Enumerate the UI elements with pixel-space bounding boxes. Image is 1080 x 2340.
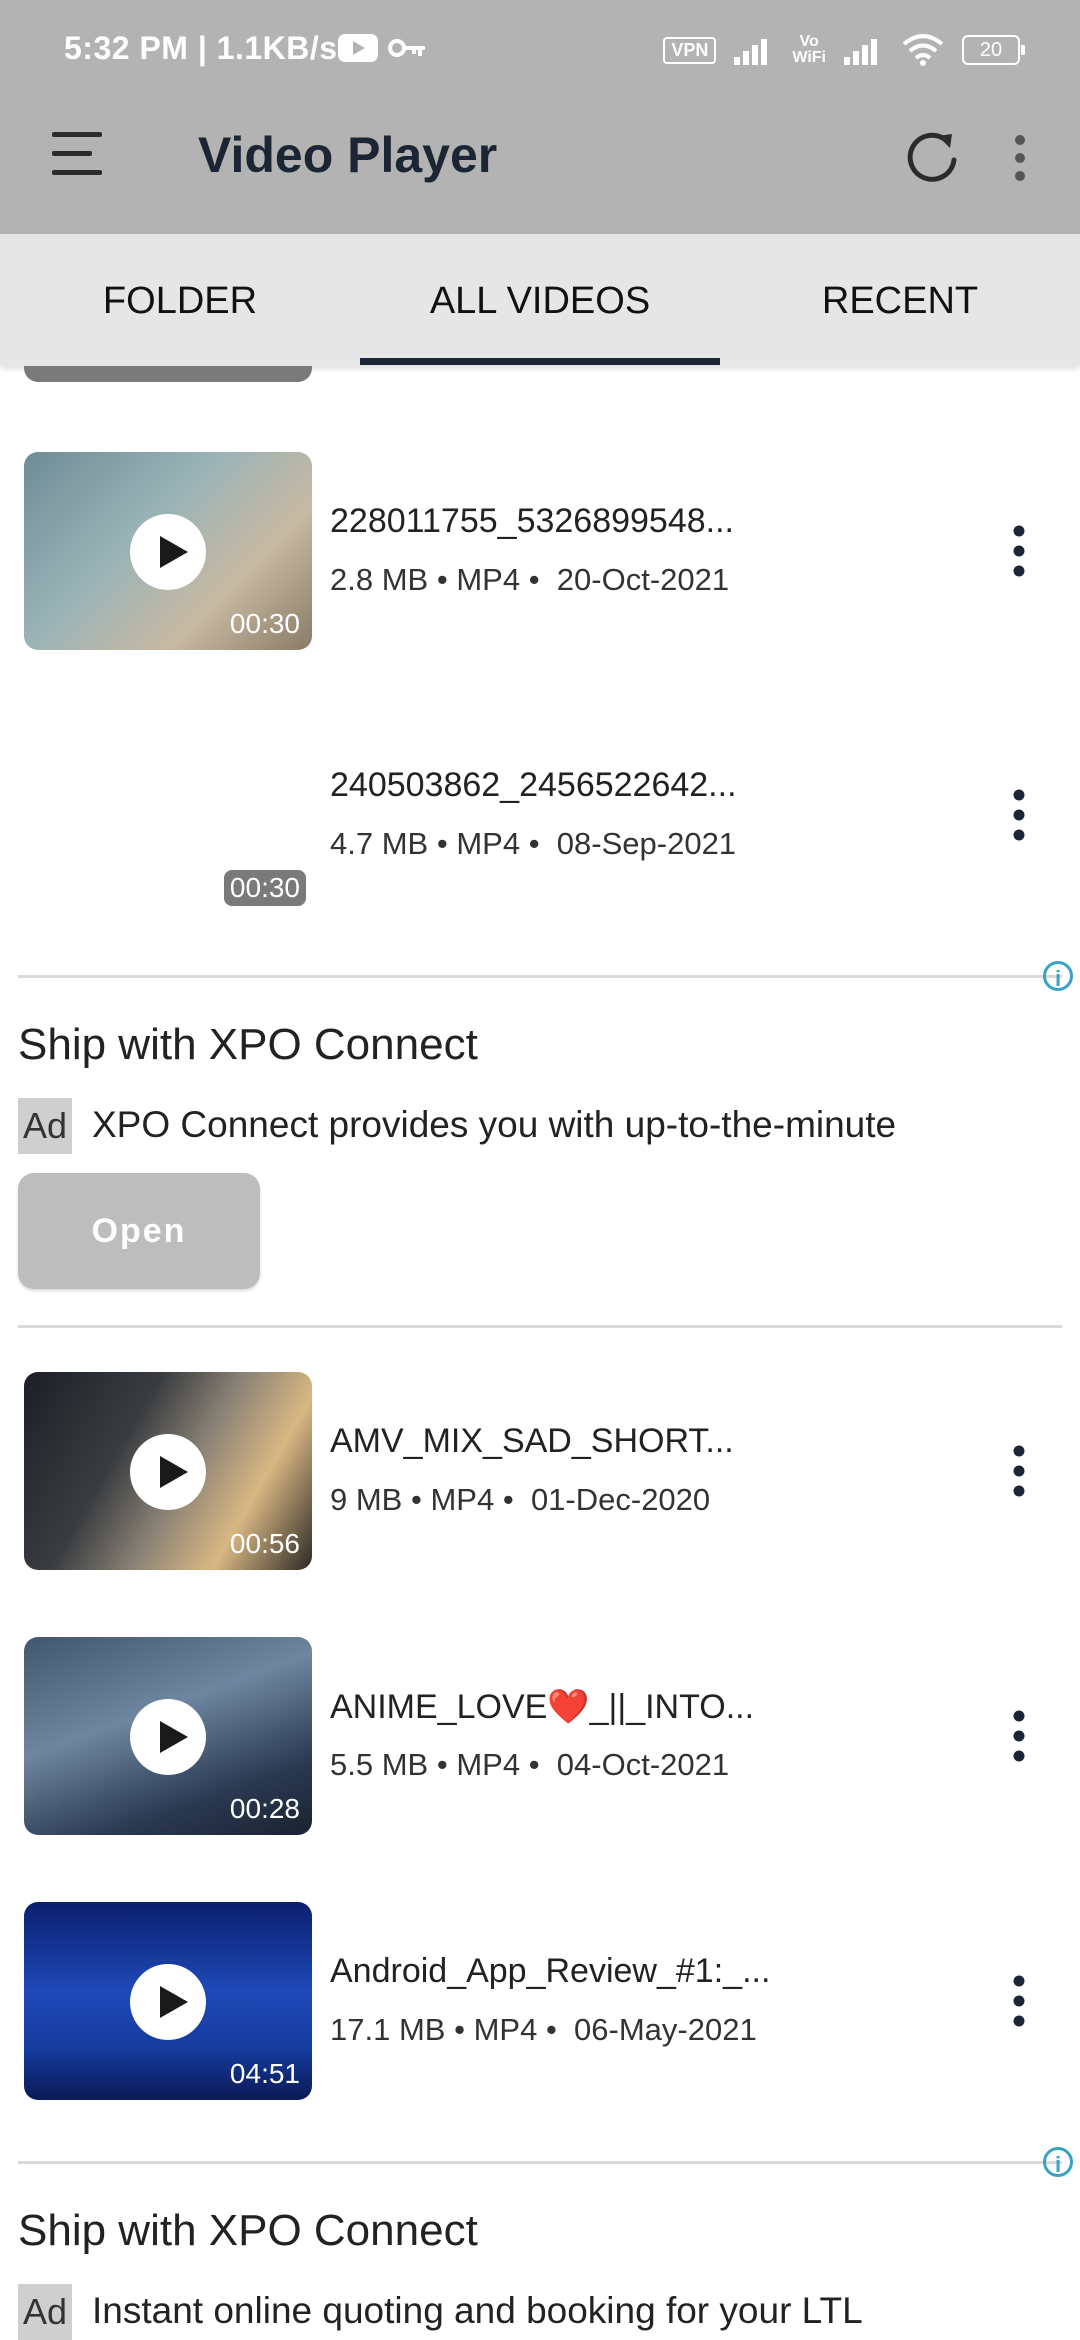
video-duration: 00:30 [229,608,300,639]
video-date: 01-Dec-2020 [530,1482,711,1517]
more-vert-icon[interactable] [1000,128,1040,188]
app-title: Video Player [198,127,498,183]
video-row[interactable]: 00:28 ANIME_LOVE❤️_||_INTO... 5.5 MB • M… [0,1637,1080,1837]
video-thumbnail-partial[interactable] [24,366,312,382]
video-meta: 9 MB • MP4 • 01-Dec-2020 [330,1482,710,1518]
video-more-icon[interactable] [1004,1444,1034,1498]
meta-dot: • [454,2012,465,2047]
video-duration: 04:51 [229,2058,300,2089]
wifi-icon [902,34,944,66]
meta-dot: • [528,1747,540,1782]
video-size: 2.8 MB [330,562,429,597]
meta-dot: • [528,826,540,861]
meta-dot: • [410,1482,422,1517]
meta-dot: • [545,2012,557,2047]
video-date: 20-Oct-2021 [556,562,730,597]
video-size: 5.5 MB [330,1747,429,1782]
ad-body[interactable]: XPO Connect provides you with up-to-the-… [92,1104,896,1146]
video-format: MP4 [456,562,521,597]
video-more-icon[interactable] [1004,1709,1034,1763]
video-row[interactable]: 00:30 228011755_5326899548... 2.8 MB • M… [0,452,1080,652]
video-format: MP4 [456,1747,521,1782]
video-meta: 17.1 MB • MP4 • 06-May-2021 [330,2012,757,2048]
video-thumbnail[interactable]: 00:30 [24,716,312,914]
signal-2-icon [844,39,877,65]
youtube-notification-icon [338,34,378,62]
video-thumbnail[interactable]: 00:30 [24,452,312,650]
tab-folder[interactable]: FOLDER [0,234,360,366]
battery-icon: 20 [962,35,1025,65]
video-meta: 5.5 MB • MP4 • 04-Oct-2021 [330,1747,729,1783]
video-more-icon[interactable] [1004,788,1034,842]
ad-body[interactable]: Instant online quoting and booking for y… [92,2290,863,2332]
divider [18,1325,1062,1328]
video-thumbnail[interactable]: 00:56 [24,1372,312,1570]
video-size: 9 MB [330,1482,403,1517]
video-row[interactable]: 04:51 Android_App_Review_#1:_... 17.1 MB… [0,1902,1080,2102]
video-title: AMV_MIX_SAD_SHORT... [330,1422,734,1460]
video-date: 06-May-2021 [574,2012,757,2047]
video-duration: 00:30 [223,870,306,906]
video-duration: 00:56 [229,1528,300,1559]
video-meta: 2.8 MB • MP4 • 20-Oct-2021 [330,562,729,598]
video-title: Android_App_Review_#1:_... [330,1952,771,1990]
play-icon[interactable] [130,1964,206,2040]
menu-icon[interactable] [52,128,104,180]
tab-all-videos[interactable]: ALL VIDEOS [360,234,720,366]
meta-dot: • [436,1747,448,1782]
ad-badge: Ad [18,2284,72,2340]
status-bar: 5:32 PM | 1.1KB/s VPN Vo WiFi 20 [0,0,1080,100]
play-icon[interactable] [130,1699,206,1775]
video-more-icon[interactable] [1004,1974,1034,2028]
video-title: 228011755_5326899548... [330,502,734,540]
video-row[interactable]: 00:30 240503862_2456522642... 4.7 MB • M… [0,716,1080,916]
meta-dot: • [502,1482,514,1517]
ad-badge: Ad [18,1098,72,1154]
video-duration: 00:28 [229,1793,300,1824]
meta-dot: • [436,826,448,861]
video-meta: 4.7 MB • MP4 • 08-Sep-2021 [330,826,736,862]
video-format: MP4 [430,1482,495,1517]
video-title: 240503862_2456522642... [330,766,737,804]
divider [18,2161,1062,2164]
vpn-indicator: VPN [663,36,717,64]
video-size: 4.7 MB [330,826,429,861]
tab-indicator [360,358,720,365]
signal-icon [734,39,768,65]
video-thumbnail[interactable]: 04:51 [24,1902,312,2100]
video-size: 17.1 MB [330,2012,446,2047]
video-title: ANIME_LOVE❤️_||_INTO... [330,1688,755,1726]
ad-headline[interactable]: Ship with XPO Connect [18,1020,478,1070]
play-icon[interactable] [130,514,206,590]
ad-headline[interactable]: Ship with XPO Connect [18,2206,478,2256]
vpn-key-icon [388,39,425,57]
tab-bar: FOLDER ALL VIDEOS RECENT [0,234,1080,366]
ad-info-icon[interactable]: i [1043,2147,1073,2177]
ad-info-icon[interactable]: i [1043,961,1073,991]
video-date: 08-Sep-2021 [556,826,737,861]
tab-recent[interactable]: RECENT [720,234,1080,366]
meta-dot: • [436,562,448,597]
video-row[interactable]: 00:56 AMV_MIX_SAD_SHORT... 9 MB • MP4 • … [0,1372,1080,1572]
video-thumbnail[interactable]: 00:28 [24,1637,312,1835]
video-more-icon[interactable] [1004,524,1034,578]
divider [18,975,1062,978]
status-time: 5:32 PM | 1.1KB/s [64,30,338,66]
vowifi-indicator: Vo WiFi [792,33,826,66]
play-icon[interactable] [130,1434,206,1510]
video-format: MP4 [456,826,521,861]
video-date: 04-Oct-2021 [556,1747,730,1782]
meta-dot: • [528,562,540,597]
refresh-icon[interactable] [902,128,962,188]
ad-open-button[interactable]: Open [18,1173,260,1289]
video-format: MP4 [473,2012,538,2047]
